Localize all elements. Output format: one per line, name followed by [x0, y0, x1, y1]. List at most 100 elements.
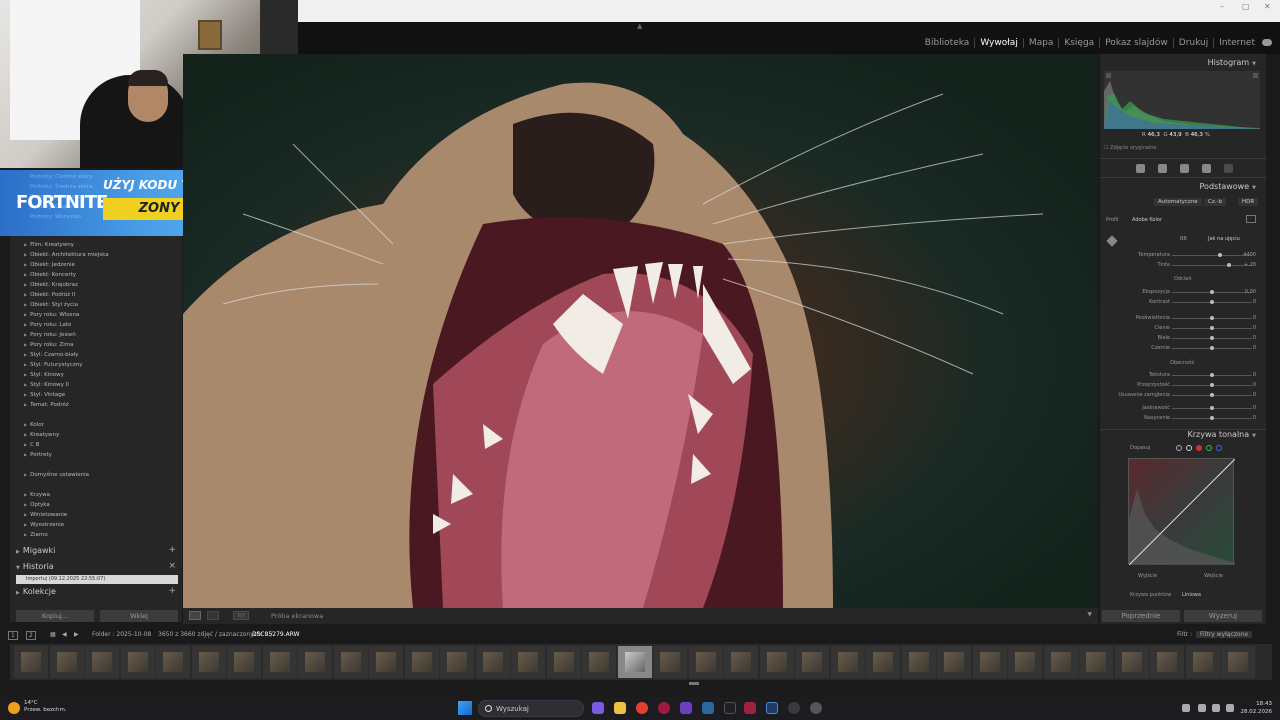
filmstrip-thumbnail[interactable]: [688, 646, 723, 678]
redeye-icon[interactable]: [1202, 164, 1211, 173]
before-after-button[interactable]: [207, 611, 219, 620]
filmstrip-thumbnail[interactable]: [49, 646, 84, 678]
module-2[interactable]: Mapa: [1022, 38, 1059, 48]
add-collection-icon[interactable]: +: [168, 586, 176, 596]
highlight-clip-icon[interactable]: [1253, 73, 1258, 78]
preset-item[interactable]: ▶ Obiekt: Jedzenie: [24, 260, 75, 270]
volume-icon[interactable]: [1226, 704, 1234, 712]
slider-knob[interactable]: [1210, 326, 1214, 330]
messenger-icon[interactable]: [680, 702, 692, 714]
soft-proof-toggle[interactable]: Próba ekranowa: [271, 612, 323, 620]
slider-track[interactable]: [1172, 383, 1252, 387]
clock[interactable]: 18:43 28.02.2026: [1241, 700, 1273, 716]
filmstrip-thumbnail[interactable]: [475, 646, 510, 678]
filmstrip-thumbnail[interactable]: [440, 646, 474, 678]
clear-history-icon[interactable]: ×: [168, 561, 176, 571]
current-file[interactable]: DSC05279.ARW: [252, 631, 300, 638]
filmstrip-thumbnail[interactable]: [227, 646, 261, 678]
filmstrip-thumbnail[interactable]: [724, 646, 758, 678]
slider-track[interactable]: [1172, 290, 1252, 294]
app-icon[interactable]: [810, 702, 822, 714]
preset-item[interactable]: ▶ Ziarno: [24, 530, 48, 540]
forward-icon[interactable]: ▶: [74, 631, 79, 638]
filmstrip-thumbnail[interactable]: [759, 646, 794, 678]
filmstrip-thumbnail[interactable]: [156, 646, 190, 678]
slider-knob[interactable]: [1210, 316, 1214, 320]
filmstrip-thumbnail[interactable]: [546, 646, 581, 678]
page1-button[interactable]: 1: [8, 631, 18, 640]
slider-knob[interactable]: [1210, 290, 1214, 294]
page2-button[interactable]: 2: [26, 631, 36, 640]
module-4[interactable]: Pokaz slajdów: [1099, 38, 1173, 48]
slider-knob[interactable]: [1226, 263, 1231, 267]
original-photo-toggle[interactable]: ☐ Zdjęcie oryginalne: [1104, 145, 1156, 151]
toolbar-menu-icon[interactable]: ▼: [1087, 611, 1092, 618]
filter-select[interactable]: Filtry wyłączone: [1196, 631, 1253, 638]
slider-track[interactable]: [1172, 336, 1252, 340]
hdr-button[interactable]: HDR: [1238, 198, 1259, 206]
slider-value[interactable]: 0: [1253, 382, 1256, 388]
slider-value[interactable]: + 28: [1244, 262, 1256, 268]
copilot-icon[interactable]: [592, 702, 604, 714]
preset-item[interactable]: ▶ Portrety: [24, 450, 52, 460]
mask-icon[interactable]: [1224, 164, 1233, 173]
add-snapshot-icon[interactable]: +: [168, 545, 176, 555]
reset-button[interactable]: Wyzeruj: [1184, 610, 1262, 622]
filmstrip-thumbnail[interactable]: [582, 646, 616, 678]
explorer-icon[interactable]: [614, 702, 626, 714]
filmstrip-thumbnail[interactable]: [1008, 646, 1042, 678]
cloud-icon[interactable]: [1262, 39, 1272, 46]
slider-track[interactable]: [1172, 316, 1252, 320]
auto-button[interactable]: Automatyczne: [1154, 198, 1202, 206]
chrome-icon[interactable]: [636, 702, 648, 714]
module-6[interactable]: Internet: [1213, 38, 1260, 48]
slider-knob[interactable]: [1210, 383, 1214, 387]
collapse-top-icon[interactable]: ▲: [637, 22, 642, 30]
curve-green-icon[interactable]: [1206, 445, 1212, 451]
lightroom-icon[interactable]: [766, 702, 778, 714]
loupe-view-button[interactable]: [189, 611, 201, 620]
steam-icon[interactable]: [702, 702, 714, 714]
wb-select[interactable]: Jak na ujęciu: [1208, 236, 1240, 242]
filmstrip-thumbnail[interactable]: [369, 646, 403, 678]
tray-expand-icon[interactable]: [1182, 704, 1190, 712]
slider-knob[interactable]: [1210, 416, 1214, 420]
slider-knob[interactable]: [1210, 393, 1214, 397]
preset-item[interactable]: ▶ Winietowanie: [24, 510, 67, 520]
preset-item[interactable]: ▶ Obiekt: Architektura miejska: [24, 250, 109, 260]
point-curve-select[interactable]: Liniowa: [1182, 592, 1201, 598]
filmstrip-thumbnail[interactable]: [262, 646, 297, 678]
slider-knob[interactable]: [1210, 373, 1214, 377]
profile-select[interactable]: Adobe Kolor: [1132, 217, 1162, 223]
filmstrip-thumbnail[interactable]: [901, 646, 936, 678]
filmstrip-thumbnail[interactable]: [1079, 646, 1113, 678]
slider-knob[interactable]: [1210, 336, 1214, 340]
slider-value[interactable]: 0: [1253, 372, 1256, 378]
grid-icon[interactable]: ▦: [50, 631, 56, 638]
preset-item[interactable]: ▶ Pory roku: Lato: [24, 320, 71, 330]
preset-item[interactable]: ▶ Styl: Futurystyczny: [24, 360, 83, 370]
settings-icon[interactable]: [788, 702, 800, 714]
slider-value[interactable]: 0: [1253, 345, 1256, 351]
slider-value[interactable]: 0: [1253, 405, 1256, 411]
profile-browser-icon[interactable]: [1246, 215, 1256, 223]
slider-track[interactable]: [1172, 373, 1252, 377]
network-icon[interactable]: [1212, 704, 1220, 712]
filmstrip-thumbnail[interactable]: [191, 646, 226, 678]
curve-parametric-icon[interactable]: [1176, 445, 1182, 451]
preset-item[interactable]: ▶ Pory roku: Wiosna: [24, 310, 79, 320]
filmstrip-thumbnail[interactable]: [1150, 646, 1184, 678]
histogram-header[interactable]: Histogram ▼: [1208, 58, 1256, 67]
history-section[interactable]: ▼ Historia: [16, 562, 54, 571]
close-button[interactable]: ✕: [1264, 2, 1271, 11]
preset-item[interactable]: ▶ C B: [24, 440, 39, 450]
filmstrip-thumbnail[interactable]: [1043, 646, 1078, 678]
preset-item[interactable]: ▶ Temat: Podróż: [24, 400, 69, 410]
slider-knob[interactable]: [1210, 300, 1214, 304]
slider-track[interactable]: [1172, 406, 1252, 410]
preset-item[interactable]: ▶ Styl: Vintage: [24, 390, 65, 400]
filmstrip-thumbnail[interactable]: [1114, 646, 1149, 678]
filmstrip-thumbnail[interactable]: [866, 646, 900, 678]
bw-button[interactable]: Cz.-b: [1204, 198, 1226, 206]
curve-red-icon[interactable]: [1196, 445, 1202, 451]
